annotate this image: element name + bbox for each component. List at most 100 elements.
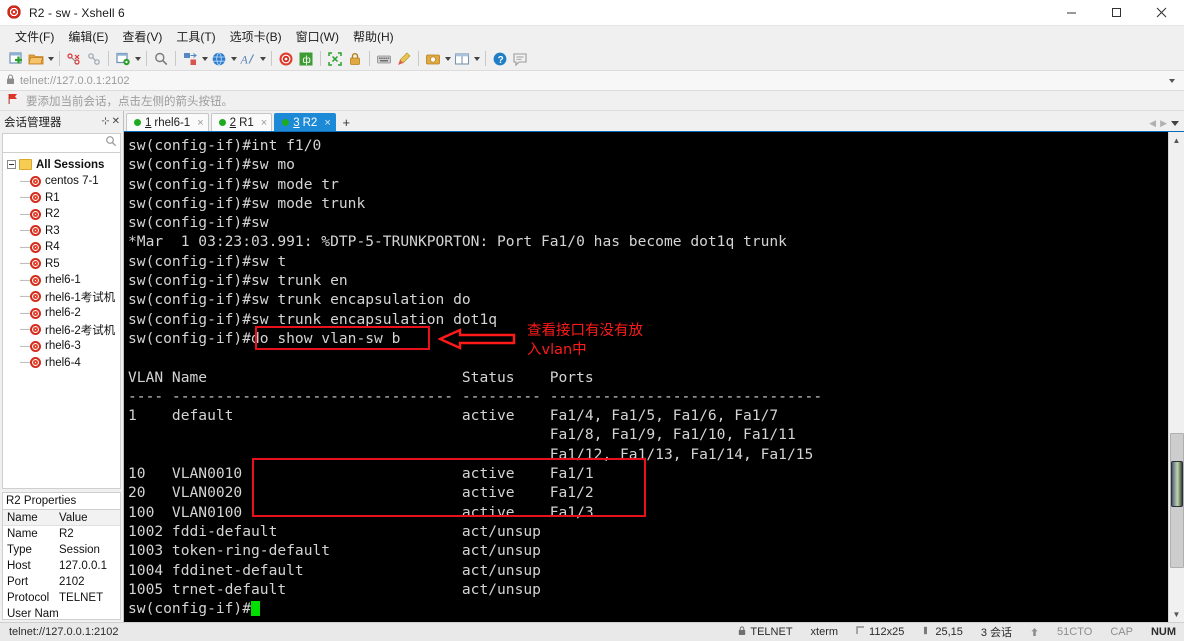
session-icon [30,241,41,253]
minimize-button[interactable] [1049,0,1094,26]
sidebar-item-label: rhel6-1 [45,274,81,287]
session-dropdown-caret[interactable] [133,49,142,69]
help-icon[interactable]: ? [490,48,510,70]
tab-list-caret-icon[interactable] [1171,121,1179,126]
sidebar-item-label: rhel6-1考试机 [45,291,116,304]
menu-edit[interactable]: 编辑(E) [61,26,115,47]
sidebar-item-label: R4 [45,241,60,254]
session-tree[interactable]: All Sessions — centos 7-1 — R1 — R2 — R3 — R4… [2,153,121,489]
scroll-thumb[interactable] [1170,461,1183,507]
keyboard-icon[interactable] [374,48,394,70]
close-button[interactable] [1139,0,1184,26]
tab-r1[interactable]: 2 R1 × [210,113,273,131]
table-row: Name R2 [3,526,120,542]
address-value[interactable]: telnet://127.0.0.1:2102 [20,75,129,87]
session-manager-icon[interactable] [113,48,133,70]
tab-prev-icon[interactable]: ◀ [1149,118,1156,129]
toolbar-divider [59,51,60,66]
menu-file[interactable]: 文件(F) [8,26,61,47]
main-body: 会话管理器 ⊹ ✕ All Sessions —centos 7-1 —R1 [0,111,1184,622]
terminal-scrollbar[interactable]: ▲ ▼ [1168,132,1184,622]
menu-window[interactable]: 窗口(W) [289,26,346,47]
fullscreen-icon[interactable] [325,48,345,70]
terminal-line: 10 VLAN0010 active Fa1/1 [128,465,594,483]
pin-icon[interactable]: ⊹ [101,116,109,127]
sidebar-item-r2[interactable]: — R2 [3,206,120,223]
menu-tools[interactable]: 工具(T) [169,26,222,47]
comment-icon[interactable] [510,48,530,70]
status-cursor-position: 25,15 [913,626,972,638]
tab-r2[interactable]: 3 R2 × [274,113,336,131]
terminal-line: 1005 trnet-default act/unsup [128,580,541,598]
sidebar-item-centos-7-1[interactable]: — centos 7-1 [3,173,120,190]
link-icon[interactable] [84,48,104,70]
disconnect-icon[interactable] [64,48,84,70]
tree-root-all-sessions[interactable]: All Sessions [3,156,120,173]
font-dropdown-caret[interactable] [258,49,267,69]
command-note-line1: 查看接口有没有放 [527,323,643,339]
session-manager-panel: 会话管理器 ⊹ ✕ All Sessions —centos 7-1 —R1 [0,111,124,622]
menu-help[interactable]: 帮助(H) [346,26,401,47]
sidebar-item-label: R2 [45,208,60,221]
close-icon[interactable]: × [261,117,267,129]
close-icon[interactable]: × [324,117,330,129]
terminal-line: 20 VLAN0020 active Fa1/2 [128,484,594,502]
tab-next-icon[interactable]: ▶ [1160,118,1167,129]
sidebar-item-rhel6-1[interactable]: — rhel6-1 [3,272,120,289]
property-key: Type [7,544,32,556]
sidebar-item-r5[interactable]: — R5 [3,256,120,273]
menu-tabs[interactable]: 选项卡(B) [223,26,289,47]
open-folder-icon[interactable] [26,48,46,70]
scroll-track[interactable] [1168,148,1184,606]
close-icon[interactable]: × [197,117,203,129]
scroll-down-button[interactable]: ▼ [1169,606,1184,622]
find-icon[interactable] [151,48,171,70]
font-icon[interactable]: A [238,48,258,70]
maximize-button[interactable] [1094,0,1139,26]
sidebar-item-r3[interactable]: — R3 [3,223,120,240]
chevron-down-icon[interactable] [1166,75,1178,87]
lock-icon[interactable] [345,48,365,70]
table-row: Port 2102 [3,574,120,590]
sidebar-item-r1[interactable]: — R1 [3,190,120,207]
terminal-line: 1003 token-ring-default act/unsup [128,542,541,560]
property-key: Name [7,528,38,540]
menu-view[interactable]: 查看(V) [115,26,169,47]
properties-header-name: Name [7,511,38,524]
terminal-output[interactable]: sw(config-if)#int f1/0 sw(config-if)#sw m… [124,132,1168,622]
tab-rhel6-1[interactable]: 1 rhel6-1 × [126,113,209,131]
sidebar-item-r4[interactable]: — R4 [3,239,120,256]
address-bar[interactable]: telnet://127.0.0.1:2102 [0,71,1184,91]
sidebar-item-label: rhel6-3 [45,340,81,353]
globe-dropdown-caret[interactable] [229,49,238,69]
transfer-dropdown-caret[interactable] [200,49,209,69]
session-search-input[interactable] [2,133,121,153]
xshell-icon[interactable] [276,48,296,70]
collapse-icon[interactable] [7,160,16,169]
property-key: User Name [7,608,59,620]
new-session-icon[interactable] [6,48,26,70]
sidebar-item-rhel6-3[interactable]: — rhel6-3 [3,338,120,355]
sidebar-item-rhel6-1-exam[interactable]: — rhel6-1考试机 [3,289,120,306]
transfer-icon[interactable] [180,48,200,70]
close-icon[interactable]: ✕ [112,116,120,127]
session-icon [30,324,41,336]
scroll-up-button[interactable]: ▲ [1169,132,1184,148]
toolbar-divider [320,51,321,66]
capture-dropdown-caret[interactable] [443,49,452,69]
layout-dropdown-caret[interactable] [472,49,481,69]
folder-dropdown-caret[interactable] [46,49,55,69]
globe-icon[interactable] [209,48,229,70]
sidebar-item-rhel6-4[interactable]: — rhel6-4 [3,355,120,372]
new-tab-button[interactable]: + [338,113,355,131]
xftp-icon[interactable]: ф [296,48,316,70]
sidebar-item-rhel6-2-exam[interactable]: — rhel6-2考试机 [3,322,120,339]
window-controls [1049,0,1184,26]
status-bar: telnet://127.0.0.1:2102 TELNET xterm 112… [0,622,1184,641]
property-key: Host [7,560,31,572]
status-protocol: TELNET [729,625,801,639]
sidebar-item-rhel6-2[interactable]: — rhel6-2 [3,305,120,322]
capture-icon[interactable] [423,48,443,70]
highlight-icon[interactable] [394,48,414,70]
layout-icon[interactable] [452,48,472,70]
